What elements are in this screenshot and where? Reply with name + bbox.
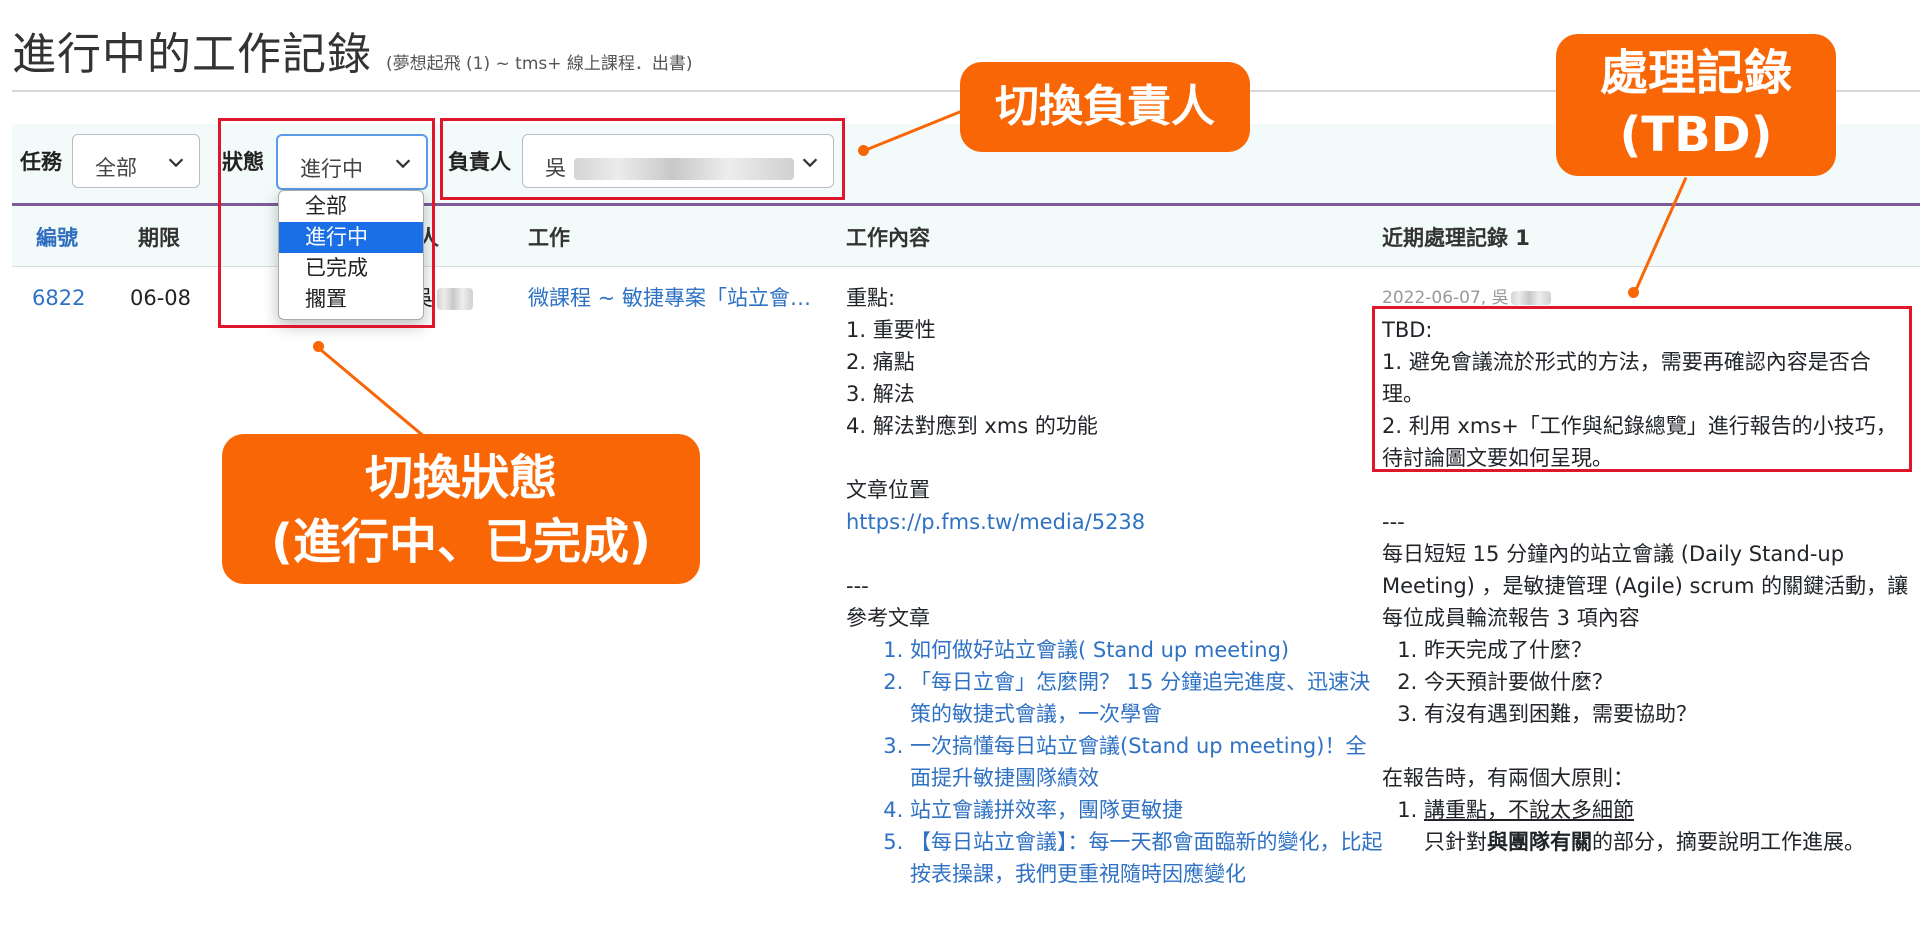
reference-link[interactable]: 一次搞懂每日站立會議(Stand up meeting)！全面提升敏捷團隊績效	[910, 730, 1386, 794]
standup-questions: 昨天完成了什麼？ 今天預計要做什麼？ 有沒有遇到困難，需要協助？	[1382, 634, 1912, 730]
status-callout-connector	[317, 346, 425, 438]
chevron-down-icon	[168, 158, 184, 168]
reference-link[interactable]: 「每日立會」怎麼開？ 15 分鐘追完進度、迅速決策的敏捷式會議，一次學會	[910, 666, 1386, 730]
principles-list: 講重點，不說太多細節 只針對與團隊有關的部分，摘要說明工作進展。	[1382, 794, 1912, 858]
task-content: 重點: 1. 重要性 2. 痛點 3. 解法 4. 解法對應到 xms 的功能 …	[846, 282, 1386, 890]
page-title: 進行中的工作記錄 (夢想起飛 (1) ~ tms+ 線上課程．出書)	[12, 18, 693, 82]
record-separator: ---	[1382, 510, 1405, 534]
record-callout-line2: (TBD)	[1619, 107, 1773, 163]
record-meta-redacted	[1510, 291, 1551, 305]
record-intro: 每日短短 15 分鐘內的站立會議 (Daily Stand-up Meeting…	[1382, 542, 1909, 630]
column-header-deadline: 期限	[138, 226, 180, 250]
principle-desc-bold: 與團隊有關	[1487, 830, 1592, 854]
record-callout: 處理記錄 (TBD)	[1556, 34, 1836, 176]
principle-desc: 的部分，摘要說明工作進展。	[1592, 830, 1865, 854]
task-owner-redacted	[437, 288, 473, 310]
references-title: 參考文章	[846, 606, 930, 630]
status-callout-line1: 切換狀態	[364, 450, 557, 506]
record-callout-line1: 處理記錄	[1599, 45, 1792, 101]
reference-link[interactable]: 【每日站立會議】：每一天都會面臨新的變化，比起按表操課，我們更重視隨時因應變化	[910, 826, 1386, 890]
page-subtitle: (夢想起飛 (1) ~ tms+ 線上課程．出書)	[386, 54, 693, 74]
principle-desc: 只針對	[1424, 830, 1487, 854]
standup-question: 今天預計要做什麼？	[1424, 666, 1912, 698]
reference-link[interactable]: 如何做好站立會議( Stand up meeting)	[910, 634, 1386, 666]
task-filter-select[interactable]: 全部	[72, 134, 200, 188]
record-highlight-box	[1372, 306, 1912, 472]
switch-status-callout: 切換狀態 (進行中、已完成)	[222, 434, 700, 584]
key-point-item: 4. 解法對應到 xms 的功能	[846, 414, 1098, 438]
task-filter-label: 任務	[20, 150, 62, 174]
column-header-work: 工作	[528, 226, 570, 250]
standup-question: 昨天完成了什麼？	[1424, 634, 1912, 666]
owner-callout-dot	[858, 145, 869, 156]
standup-question: 有沒有遇到困難，需要協助？	[1424, 698, 1912, 730]
task-id-link[interactable]: 6822	[32, 282, 85, 314]
content-separator: ---	[846, 574, 869, 598]
status-callout-dot	[313, 341, 324, 352]
record-meta-text: 2022-06-07, 吳	[1382, 288, 1509, 308]
column-header-content: 工作內容	[846, 226, 930, 250]
switch-owner-callout: 切換負責人	[960, 62, 1250, 152]
column-header-recent-record: 近期處理記錄 1	[1382, 226, 1530, 250]
reference-link[interactable]: 站立會議拼效率，團隊更敏捷	[910, 794, 1386, 826]
task-deadline: 06-08	[130, 286, 192, 310]
task-work-link[interactable]: 微課程 ~ 敏捷專案「站立會議」	[528, 282, 828, 312]
column-header-id[interactable]: 編號	[36, 222, 78, 252]
principle-item: 講重點，不說太多細節 只針對與團隊有關的部分，摘要說明工作進展。	[1424, 794, 1912, 858]
principles-title: 在報告時，有兩個大原則：	[1382, 766, 1634, 790]
references-list: 如何做好站立會議( Stand up meeting) 「每日立會」怎麼開？ 1…	[846, 634, 1386, 890]
article-location-title: 文章位置	[846, 478, 930, 502]
status-callout-line2: (進行中、已完成)	[271, 514, 651, 570]
article-location-link[interactable]: https://p.fms.tw/media/5238	[846, 510, 1145, 534]
principle-heading: 講重點，不說太多細節	[1424, 798, 1634, 822]
key-point-item: 1. 重要性	[846, 318, 936, 342]
page-title-text: 進行中的工作記錄	[12, 29, 372, 80]
task-filter-value: 全部	[95, 156, 137, 180]
key-points-title: 重點:	[846, 286, 896, 310]
owner-highlight-box	[440, 118, 845, 200]
record-callout-dot	[1628, 287, 1639, 298]
status-highlight-box	[218, 118, 435, 328]
key-point-item: 3. 解法	[846, 382, 915, 406]
key-point-item: 2. 痛點	[846, 350, 915, 374]
